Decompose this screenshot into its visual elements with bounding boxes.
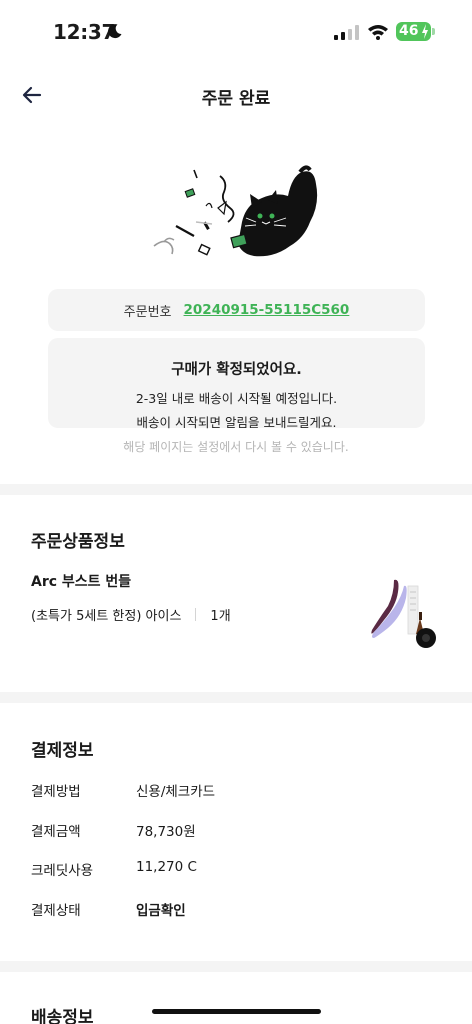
payment-status-value: 입금확인	[136, 903, 186, 919]
shipping-section-title: 배송정보	[31, 1008, 94, 1024]
product-option-row: (초특가 5세트 한정) 아이스 1개	[31, 605, 231, 624]
section-divider	[0, 484, 472, 495]
product-quantity: 1개	[210, 609, 231, 624]
status-time: 12:37	[53, 20, 116, 44]
credit-used-row: 크레딧사용 11,270 C	[31, 859, 197, 879]
wifi-icon	[368, 25, 388, 40]
payment-amount-row: 결제금액 78,730원	[31, 820, 196, 840]
option-separator	[195, 608, 197, 621]
product-option: (초특가 5세트 한정) 아이스	[31, 609, 182, 624]
payment-amount-label: 결제금액	[31, 824, 81, 840]
battery-level: 46	[399, 23, 419, 39]
battery-indicator: 46	[396, 22, 431, 41]
confirmation-message-line1: 2-3일 내로 배송이 시작될 예정입니다.	[135, 391, 338, 406]
settings-note: 해당 페이지는 설정에서 다시 볼 수 있습니다.	[123, 440, 349, 454]
order-number-card: 주문번호 20240915-55115C560	[48, 289, 425, 331]
payment-section-title: 결제정보	[31, 741, 94, 761]
purchase-confirmation-card: 구매가 확정되었어요. 2-3일 내로 배송이 시작될 예정입니다. 배송이 시…	[48, 338, 425, 430]
confirmation-message-line2: 배송이 시작되면 알림을 보내드릴게요.	[136, 415, 337, 430]
status-bar: 12:37 46	[0, 0, 472, 64]
payment-method-value: 신용/체크카드	[136, 784, 216, 800]
payment-status-label: 결제상태	[31, 903, 81, 919]
confirmation-title: 구매가 확정되었어요.	[171, 362, 302, 378]
credit-used-label: 크레딧사용	[31, 863, 94, 879]
credit-used-value: 11,270 C	[136, 859, 197, 875]
product-name: Arc 부스트 번들	[31, 574, 132, 590]
page-title: 주문 완료	[201, 89, 271, 109]
nav-bar: 주문 완료	[0, 72, 472, 118]
charging-bolt-icon	[422, 24, 428, 39]
payment-status-row: 결제상태 입금확인	[31, 899, 186, 919]
home-indicator[interactable]	[152, 1009, 321, 1014]
payment-method-label: 결제방법	[31, 784, 81, 800]
product-thumbnail[interactable]	[368, 576, 440, 648]
moon-icon	[108, 24, 122, 39]
section-divider	[0, 961, 472, 972]
payment-method-row: 결제방법 신용/체크카드	[31, 780, 215, 800]
battery-tip	[432, 28, 435, 35]
product-section-title: 주문상품정보	[31, 532, 125, 552]
order-number-label: 주문번호	[123, 304, 172, 320]
cat-celebration-illustration	[153, 165, 318, 257]
cellular-signal-icon	[334, 25, 359, 40]
order-number-link[interactable]: 20240915-55115C560	[184, 302, 350, 318]
section-divider	[0, 692, 472, 703]
payment-amount-value: 78,730원	[136, 824, 196, 840]
